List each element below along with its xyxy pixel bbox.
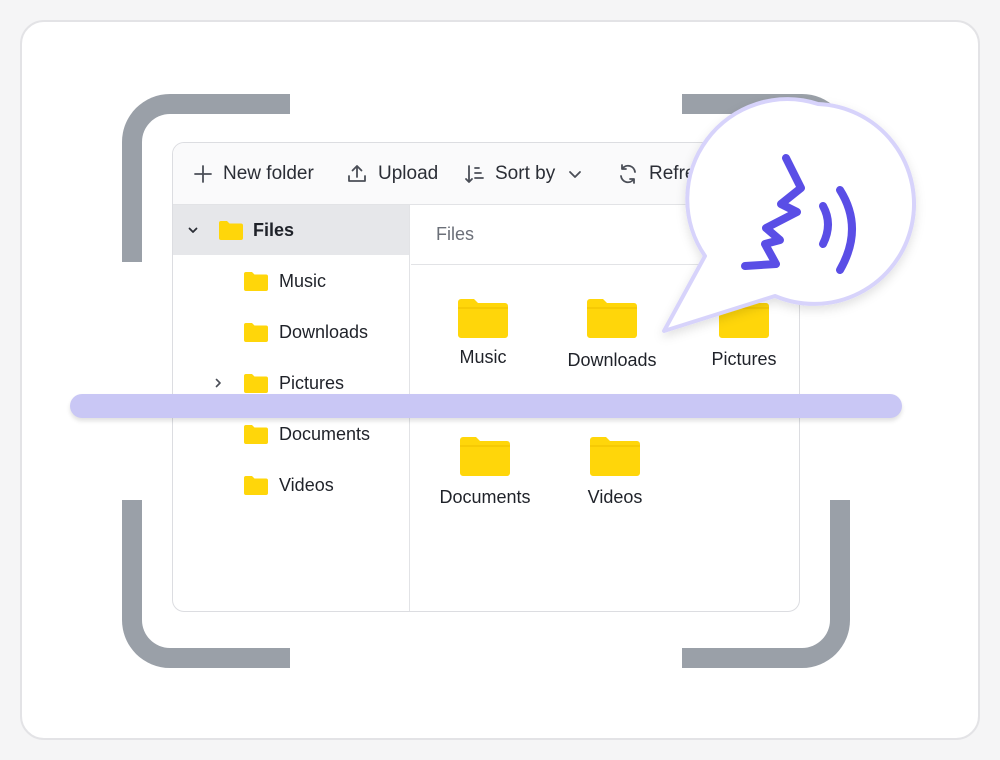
tree-item-videos[interactable]: Videos <box>173 460 409 510</box>
plus-icon <box>194 165 212 183</box>
folder-icon <box>243 270 269 297</box>
tree-item-label: Pictures <box>279 372 345 393</box>
chevron-down-icon <box>569 171 582 178</box>
folder-icon <box>243 321 269 348</box>
tree-item-files[interactable]: Files <box>173 205 409 255</box>
folder-tile-label: Pictures <box>711 349 777 369</box>
folder-tile-label: Documents <box>439 487 531 507</box>
tree-item-downloads[interactable]: Downloads <box>173 307 409 357</box>
tree-item-music[interactable]: Music <box>173 256 409 306</box>
tree-item-label: Files <box>253 219 295 240</box>
upload-label: Upload <box>378 163 439 184</box>
tree-item-label: Documents <box>279 423 371 444</box>
folder-tile-label: Music <box>459 347 507 367</box>
upload-button[interactable]: Upload <box>346 143 438 205</box>
speech-bubble <box>662 97 916 333</box>
folder-icon <box>587 299 637 338</box>
tree-item-label: Music <box>279 270 327 291</box>
folder-icon <box>458 299 508 338</box>
folder-tile-videos[interactable]: Videos <box>550 435 680 508</box>
folder-icon <box>243 423 269 450</box>
refresh-icon <box>620 164 636 184</box>
chevron-right-icon[interactable] <box>212 377 224 389</box>
folder-tile-music[interactable]: Music <box>418 297 548 368</box>
tree-item-label: Videos <box>279 474 334 495</box>
new-folder-button[interactable]: New folder <box>193 143 314 205</box>
new-folder-label: New folder <box>223 163 314 184</box>
folder-icon <box>590 437 640 476</box>
folder-tile-documents[interactable]: Documents <box>420 435 550 508</box>
folder-tile-label: Downloads <box>567 350 657 370</box>
upload-icon <box>348 165 366 182</box>
folder-tile-label: Videos <box>587 487 643 507</box>
sort-by-dropdown[interactable]: Sort by <box>463 143 583 205</box>
tree-item-label: Downloads <box>279 321 369 342</box>
folder-icon <box>460 437 510 476</box>
sort-by-label: Sort by <box>495 163 556 184</box>
folder-icon <box>218 219 244 246</box>
folder-icon <box>243 474 269 501</box>
sort-icon <box>465 165 484 183</box>
chevron-down-icon[interactable] <box>187 224 199 236</box>
scan-line <box>70 394 902 418</box>
